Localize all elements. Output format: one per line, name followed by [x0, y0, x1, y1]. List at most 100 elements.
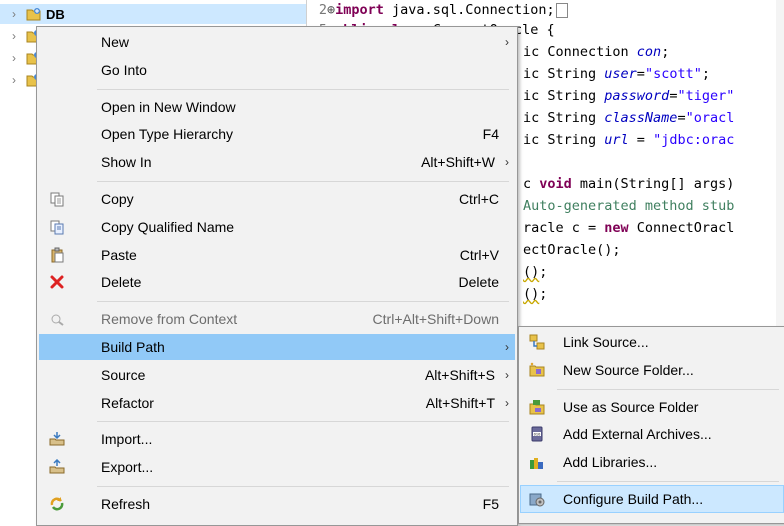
menu-separator	[97, 181, 509, 182]
menu-item-import[interactable]: Import...	[39, 426, 515, 452]
code-token: ()	[523, 264, 540, 280]
menu-item-export[interactable]: Export...	[39, 454, 515, 480]
code-token: =	[628, 132, 654, 148]
code-line[interactable]: ();	[523, 262, 547, 282]
menu-item-add-libraries[interactable]: Add Libraries...	[521, 449, 783, 475]
code-token: url	[604, 132, 629, 148]
menu-item-copy-qualified-name[interactable]: Copy Qualified Name	[39, 214, 515, 240]
code-token: ;	[539, 286, 548, 302]
expand-chevron-icon[interactable]: ›	[6, 29, 22, 43]
menu-item-link-source[interactable]: Link Source...	[521, 329, 783, 355]
code-token: =	[636, 66, 645, 82]
java-project-icon	[26, 6, 42, 22]
menu-item-label: Show In	[101, 154, 152, 171]
code-line[interactable]: ic Connection con;	[523, 42, 669, 62]
menu-item-open-in-new-window[interactable]: Open in New Window	[39, 94, 515, 120]
menu-item-label: New	[101, 34, 130, 50]
paste-icon	[49, 247, 65, 263]
code-line[interactable]: ic String password="tiger"	[523, 86, 734, 106]
menu-item-label: Copy Qualified Name	[101, 218, 235, 235]
menu-item-add-external-archives[interactable]: 010 Add External Archives...	[521, 421, 783, 447]
menu-item-go-into[interactable]: Go Into	[39, 57, 515, 83]
code-token: ic String	[523, 88, 605, 104]
code-line[interactable]: ic String url = "jdbc:orac	[523, 130, 734, 150]
menu-item-label: Source	[101, 366, 146, 383]
folded-code-box-icon[interactable]	[555, 2, 568, 18]
context-menu: New › Go Into Open in New Window Open Type H…	[36, 26, 518, 526]
menu-item-label: Open in New Window	[101, 98, 236, 115]
code-line[interactable]: ic String user="scott";	[523, 64, 710, 84]
menu-item-new-source-folder[interactable]: New Source Folder...	[521, 357, 783, 383]
code-token: user	[604, 66, 637, 82]
menu-item-accelerator: Alt+Shift+T	[425, 394, 495, 411]
project-name: DB	[46, 6, 65, 22]
external-archive-icon: 010	[529, 426, 545, 442]
code-line[interactable]: ectOracle();	[523, 240, 621, 260]
menu-item-refactor[interactable]: Refactor Alt+Shift+T ›	[39, 390, 515, 416]
add-libraries-icon	[529, 454, 545, 470]
menu-item-label: Add External Archives...	[563, 426, 712, 443]
code-line[interactable]: Auto-generated method stub	[523, 196, 734, 216]
code-token: ic String	[523, 110, 605, 126]
menu-separator	[97, 301, 509, 303]
code-line[interactable]: ic String className="oracl	[523, 108, 734, 128]
submenu-arrow-icon: ›	[505, 155, 509, 170]
submenu-arrow-icon: ›	[505, 340, 509, 354]
expand-chevron-icon[interactable]: ›	[6, 7, 22, 21]
code-token: "scott"	[644, 66, 702, 82]
code-line[interactable]: 2⊕import java.sql.Connection;	[313, 0, 568, 20]
code-token: "tiger"	[677, 88, 735, 104]
tree-row-db-project[interactable]: › DB	[0, 4, 306, 24]
code-token: "oracl	[685, 110, 735, 126]
code-token: ;	[539, 264, 548, 280]
menu-item-label: Go Into	[101, 61, 147, 78]
fold-expand-icon[interactable]: ⊕	[327, 2, 335, 18]
expand-chevron-icon[interactable]: ›	[6, 73, 22, 87]
menu-item-refresh[interactable]: Refresh F5	[39, 491, 515, 517]
menu-item-label: Delete	[101, 274, 142, 291]
menu-separator	[557, 388, 779, 390]
build-path-submenu: Link Source... New Source Folder... Use as…	[518, 326, 784, 524]
menu-item-label: Remove from Context	[101, 311, 238, 328]
menu-item-use-as-source-folder[interactable]: Use as Source Folder	[521, 394, 783, 420]
delete-icon	[49, 274, 65, 290]
menu-item-accelerator: Ctrl+V	[459, 246, 499, 263]
menu-item-accelerator: Delete	[458, 274, 499, 291]
menu-item-label: Link Source...	[563, 334, 649, 350]
menu-item-copy[interactable]: Copy Ctrl+C	[39, 186, 515, 212]
code-token: racle c =	[523, 220, 605, 236]
menu-item-accelerator: Ctrl+C	[458, 191, 499, 207]
code-token: ConnectOracl	[628, 220, 735, 236]
menu-item-accelerator: Alt+Shift+W	[421, 154, 495, 171]
menu-item-new[interactable]: New ›	[39, 29, 515, 55]
code-token: void	[539, 176, 572, 192]
menu-item-delete[interactable]: Delete Delete	[39, 269, 515, 295]
code-line[interactable]: racle c = new ConnectOracl	[523, 218, 734, 238]
menu-item-open-type-hierarchy[interactable]: Open Type Hierarchy F4	[39, 121, 515, 147]
code-line[interactable]: c void main(String[] args)	[523, 174, 734, 194]
code-line[interactable]: ();	[523, 284, 547, 304]
expand-chevron-icon[interactable]: ›	[6, 51, 22, 65]
menu-item-configure-build-path[interactable]: Configure Build Path...	[520, 485, 784, 513]
menu-item-build-path[interactable]: Build Path ›	[39, 334, 515, 360]
use-source-folder-icon	[529, 399, 545, 415]
menu-item-label: Build Path	[101, 339, 165, 355]
menu-item-label: Export...	[101, 459, 154, 476]
menu-item-label: Copy	[101, 191, 134, 207]
menu-separator	[97, 421, 509, 423]
code-token: ()	[523, 286, 540, 302]
menu-item-source[interactable]: Source Alt+Shift+S ›	[39, 362, 515, 388]
menu-separator	[97, 88, 509, 90]
menu-item-show-in[interactable]: Show In Alt+Shift+W ›	[39, 149, 515, 175]
menu-item-paste[interactable]: Paste Ctrl+V	[39, 242, 515, 268]
menu-item-close-project[interactable]: Close Project	[39, 519, 515, 525]
code-token: main(String[] args)	[571, 176, 735, 192]
code-token: c	[523, 176, 540, 192]
submenu-arrow-icon: ›	[505, 395, 509, 410]
menu-item-label: New Source Folder...	[563, 361, 694, 378]
submenu-arrow-icon: ›	[505, 367, 509, 382]
menu-item-label: Add Libraries...	[563, 454, 658, 471]
code-token: ic Connection	[523, 44, 637, 60]
code-token: import	[335, 2, 384, 18]
svg-text:010: 010	[534, 433, 541, 437]
